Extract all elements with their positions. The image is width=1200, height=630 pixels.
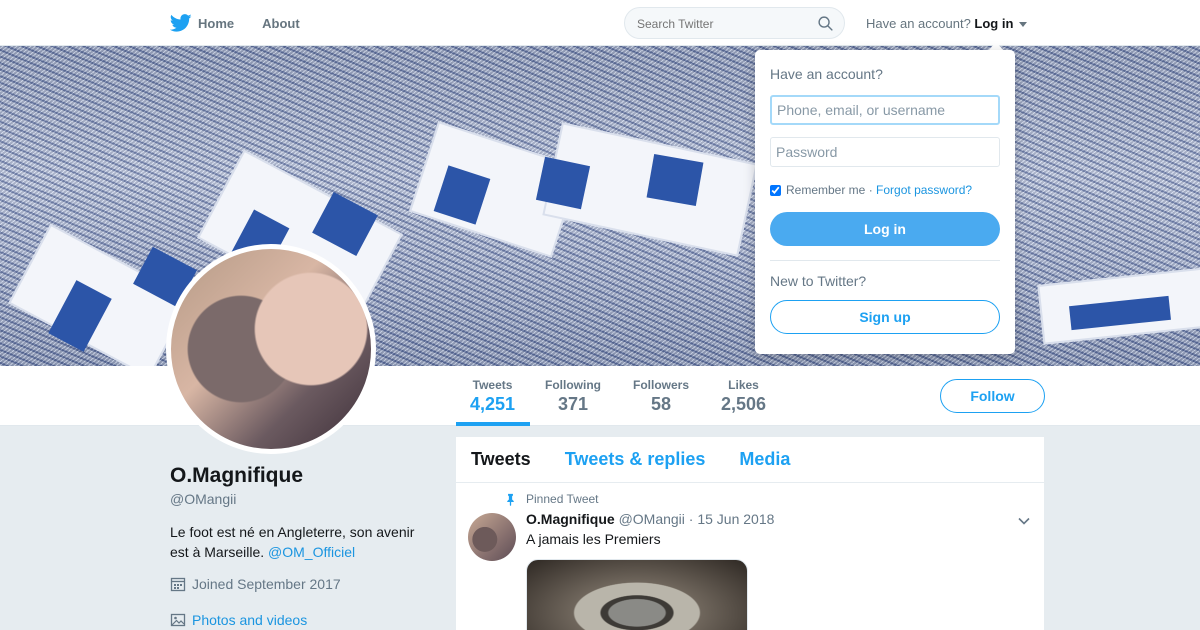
search-input[interactable] xyxy=(637,17,807,31)
stat-value: 58 xyxy=(650,394,672,414)
profile-handle[interactable]: @OMangii xyxy=(170,491,236,507)
bio-mention-link[interactable]: @OM_Officiel xyxy=(268,544,355,560)
nav-about-link[interactable]: About xyxy=(262,16,300,31)
tifo-mark xyxy=(48,280,112,352)
calendar-icon xyxy=(170,577,186,592)
tweet-avatar[interactable] xyxy=(468,513,516,561)
search-box[interactable] xyxy=(624,7,845,39)
tifo-mark xyxy=(1069,295,1171,331)
tweet-author-name[interactable]: O.Magnifique xyxy=(526,511,615,527)
joined-text: Joined September 2017 xyxy=(192,576,341,592)
tweet-author-handle[interactable]: @OMangii xyxy=(619,511,685,527)
joined-date: Joined September 2017 xyxy=(170,576,341,592)
login-dropdown: Have an account? Remember me · Forgot pa… xyxy=(755,50,1015,354)
tifo-mark xyxy=(535,156,591,210)
profile-name[interactable]: O.Magnifique xyxy=(170,464,303,488)
pin-icon xyxy=(507,493,514,506)
stat-label: Followers xyxy=(633,378,690,392)
timeline: Tweets Tweets & replies Media Pinned Twe… xyxy=(456,437,1044,630)
login-menu-link[interactable]: Log in xyxy=(974,16,1013,31)
separator: · xyxy=(868,183,873,197)
stat-value: 2,506 xyxy=(721,394,767,414)
tweet-date[interactable]: · 15 Jun 2018 xyxy=(689,511,775,527)
pinned-indicator: Pinned Tweet xyxy=(504,492,599,506)
login-button[interactable]: Log in xyxy=(770,212,1000,246)
nav-links: Home About xyxy=(170,0,328,46)
search-icon[interactable] xyxy=(817,15,834,32)
tifo-mark xyxy=(433,165,491,225)
follow-button[interactable]: Follow xyxy=(940,379,1045,413)
tab-media[interactable]: Media xyxy=(739,449,790,470)
stat-likes[interactable]: Likes 2,506 xyxy=(721,378,766,415)
top-nav-bar: Home About Have an account? Log in xyxy=(0,0,1200,46)
stat-value: 4,251 xyxy=(470,394,516,414)
tweet-text: A jamais les Premiers xyxy=(526,531,661,547)
stat-label: Following xyxy=(545,378,601,392)
password-field[interactable] xyxy=(770,137,1000,167)
signup-button[interactable]: Sign up xyxy=(770,300,1000,334)
tab-tweets-replies[interactable]: Tweets & replies xyxy=(565,449,706,470)
username-field[interactable] xyxy=(770,95,1000,125)
profile-bio: Le foot est né en Angleterre, son avenir… xyxy=(170,522,430,562)
chevron-down-icon[interactable] xyxy=(1018,515,1030,527)
stat-label: Tweets xyxy=(472,378,513,392)
photos-videos-link[interactable]: Photos and videos xyxy=(170,612,307,628)
profile-avatar[interactable] xyxy=(166,244,376,454)
remember-checkbox[interactable] xyxy=(770,184,781,196)
stat-value: 371 xyxy=(557,394,589,414)
tab-tweets[interactable]: Tweets xyxy=(471,449,531,470)
photos-videos-label[interactable]: Photos and videos xyxy=(192,612,307,628)
stat-tweets[interactable]: Tweets 4,251 xyxy=(470,378,515,415)
pinned-label: Pinned Tweet xyxy=(526,492,599,506)
account-prompt-text: Have an account? xyxy=(866,16,971,31)
remember-row: Remember me · Forgot password? xyxy=(770,183,972,197)
active-stat-underline xyxy=(456,422,530,426)
twitter-bird-icon[interactable] xyxy=(170,12,192,34)
stat-following[interactable]: Following 371 xyxy=(545,378,601,415)
tweet-header: O.Magnifique @OMangii · 15 Jun 2018 xyxy=(526,511,774,527)
nav-home-link[interactable]: Home xyxy=(198,16,234,31)
caret-down-icon[interactable] xyxy=(1019,22,1028,28)
photo-icon xyxy=(170,613,186,627)
dropdown-divider xyxy=(770,260,1000,261)
new-to-twitter-text: New to Twitter? xyxy=(770,273,867,289)
stat-followers[interactable]: Followers 58 xyxy=(633,378,689,415)
pinned-tweet[interactable]: Pinned Tweet O.Magnifique @OMangii · 15 … xyxy=(456,483,1044,630)
stat-label: Likes xyxy=(728,378,759,392)
remember-label[interactable]: Remember me xyxy=(786,183,865,197)
dropdown-title: Have an account? xyxy=(770,66,883,82)
forgot-password-link[interactable]: Forgot password? xyxy=(876,183,972,197)
tifo-mark xyxy=(312,191,378,257)
timeline-tabs: Tweets Tweets & replies Media xyxy=(456,437,1044,483)
tweet-media-image[interactable] xyxy=(526,559,748,630)
account-prompt: Have an account? Log in xyxy=(866,16,1028,31)
tifo-mark xyxy=(646,153,704,207)
